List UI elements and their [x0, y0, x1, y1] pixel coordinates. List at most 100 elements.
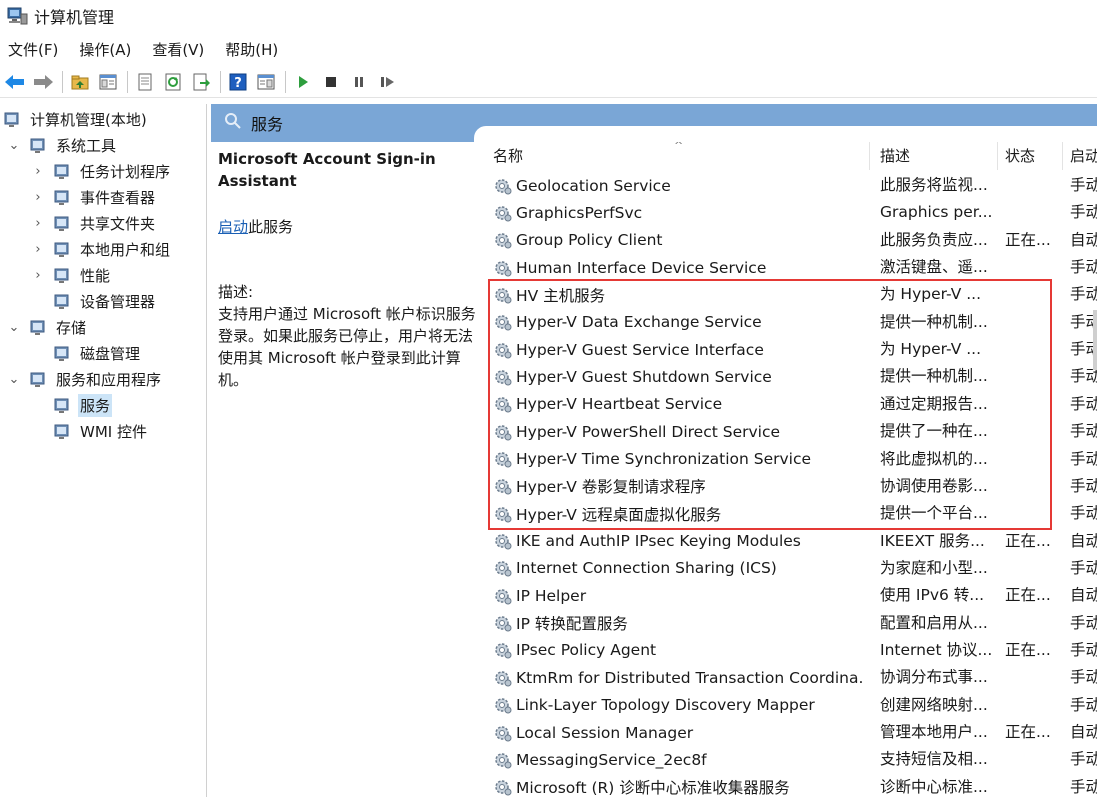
extended-description-pane: Microsoft Account Sign-in Assistant 启动此服…	[211, 142, 477, 797]
service-description: 通过定期报告...	[880, 394, 988, 413]
service-startup-type: 自动	[1070, 531, 1097, 550]
svg-text:?: ?	[234, 76, 242, 91]
chevron-down-icon[interactable]: ⌄	[6, 372, 22, 387]
start-service-link[interactable]: 启动	[218, 218, 248, 236]
service-name-cell: KtmRm for Distributed Transaction Coordi…	[493, 664, 865, 691]
service-row[interactable]: Human Interface Device Service 激活键盘、遥... 手…	[477, 254, 1097, 281]
tree-item[interactable]: 服务	[30, 392, 113, 418]
restart-service-button[interactable]	[374, 69, 400, 95]
service-startup-type: 手动	[1070, 422, 1097, 441]
service-row[interactable]: HV 主机服务 为 Hyper-V ... 手动	[477, 281, 1097, 308]
service-description: 提供了一种在...	[880, 422, 988, 441]
service-row[interactable]: MessagingService_2ec8f 支持短信及相... 手动	[477, 746, 1097, 773]
service-row[interactable]: Hyper-V Time Synchronization Service 将此虚拟…	[477, 446, 1097, 473]
service-name: HV 主机服务	[516, 286, 606, 305]
tree-item[interactable]: › 任务计划程序	[30, 158, 172, 184]
tree-item[interactable]: › 共享文件夹	[30, 210, 157, 236]
service-row[interactable]: Link-Layer Topology Discovery Mapper 创建网络…	[477, 692, 1097, 719]
export-icon	[193, 73, 210, 90]
tree-item[interactable]: ⌄ 存储	[6, 314, 88, 340]
export-list-button[interactable]	[188, 69, 214, 95]
menu-file[interactable]: 文件(F)	[8, 39, 58, 60]
services-icon	[52, 395, 72, 415]
tree-item[interactable]: 设备管理器	[30, 288, 157, 314]
selected-service-name: Microsoft Account Sign-in Assistant	[218, 150, 436, 190]
service-row[interactable]: Hyper-V Guest Shutdown Service 提供一种机制... 手…	[477, 363, 1097, 390]
service-row[interactable]: Group Policy Client 此服务负责应... 正在... 自动	[477, 227, 1097, 254]
service-row[interactable]: Hyper-V 卷影复制请求程序 协调使用卷影... 手动	[477, 473, 1097, 500]
service-row[interactable]: Hyper-V PowerShell Direct Service 提供了一种在.…	[477, 418, 1097, 445]
help-button[interactable]: ?	[225, 69, 251, 95]
local-users-icon	[52, 239, 72, 259]
back-button[interactable]	[2, 69, 28, 95]
refresh-button[interactable]	[160, 69, 186, 95]
service-startup-type: 手动	[1070, 558, 1097, 577]
service-startup-type: 自动	[1070, 723, 1097, 741]
up-folder-button[interactable]	[67, 69, 93, 95]
chevron-right-icon[interactable]: ›	[30, 216, 46, 231]
tree-item[interactable]: WMI 控件	[30, 418, 149, 444]
chevron-down-icon[interactable]: ⌄	[6, 320, 22, 335]
column-header-startup[interactable]: 启动	[1064, 142, 1097, 170]
service-row[interactable]: IP Helper 使用 IPv6 转... 正在... 自动	[477, 582, 1097, 609]
wmi-control-icon	[52, 421, 72, 441]
column-header-name[interactable]: 名称	[487, 142, 870, 170]
menu-action[interactable]: 操作(A)	[79, 39, 131, 60]
service-row[interactable]: KtmRm for Distributed Transaction Coordi…	[477, 664, 1097, 691]
service-row[interactable]: Hyper-V Data Exchange Service 提供一种机制... 手动	[477, 309, 1097, 336]
arrow-left-icon	[5, 74, 24, 89]
service-row[interactable]: IKE and AuthIP IPsec Keying Modules IKEEX…	[477, 528, 1097, 555]
service-description-text: 支持用户通过 Microsoft 帐户标识服务登录。如果此服务已停止，用户将无法…	[218, 305, 476, 389]
tree-item[interactable]: › 本地用户和组	[30, 236, 172, 262]
device-manager-icon	[52, 291, 72, 311]
service-name: IP Helper	[516, 586, 587, 605]
tree-item[interactable]: ⌄ 系统工具	[6, 132, 118, 158]
gear-icon	[493, 668, 513, 688]
service-row[interactable]: IP 转换配置服务 配置和启用从... 手动	[477, 610, 1097, 637]
service-name: Hyper-V 卷影复制请求程序	[516, 478, 706, 497]
title-bar: 计算机管理	[0, 0, 1097, 32]
service-row[interactable]: Hyper-V 远程桌面虚拟化服务 提供一个平台... 手动	[477, 500, 1097, 527]
pause-service-button[interactable]	[346, 69, 372, 95]
shared-folders-icon	[52, 213, 72, 233]
tree-item[interactable]: › 事件查看器	[30, 184, 157, 210]
task-scheduler-icon	[52, 161, 72, 181]
column-header-description[interactable]: 描述	[874, 142, 998, 170]
menu-help[interactable]: 帮助(H)	[225, 39, 278, 60]
vertical-scrollbar[interactable]	[1093, 310, 1097, 370]
menu-view[interactable]: 查看(V)	[152, 39, 204, 60]
forward-button[interactable]	[30, 69, 56, 95]
tree-item[interactable]: › 性能	[30, 262, 112, 288]
show-action-pane-button[interactable]	[253, 69, 279, 95]
chevron-right-icon[interactable]: ›	[30, 164, 46, 179]
properties-button[interactable]	[132, 69, 158, 95]
show-hide-tree-button[interactable]	[95, 69, 121, 95]
service-name: Geolocation Service	[516, 176, 671, 195]
tree-item-label: 任务计划程序	[80, 162, 171, 181]
column-header-status[interactable]: 状态	[999, 142, 1063, 170]
stop-service-button[interactable]	[318, 69, 344, 95]
chevron-right-icon[interactable]: ›	[30, 268, 46, 283]
chevron-right-icon[interactable]: ›	[30, 242, 46, 257]
tree-item[interactable]: 计算机管理(本地)	[2, 106, 149, 132]
tree-item[interactable]: 磁盘管理	[30, 340, 142, 366]
start-service-button[interactable]	[290, 69, 316, 95]
service-row[interactable]: Hyper-V Heartbeat Service 通过定期报告... 手动	[477, 391, 1097, 418]
service-row[interactable]: Local Session Manager 管理本地用户... 正在... 自动	[477, 719, 1097, 746]
service-row[interactable]: Microsoft (R) 诊断中心标准收集器服务 诊断中心标准... 手动	[477, 774, 1097, 797]
menu-bar: 文件(F) 操作(A) 查看(V) 帮助(H)	[0, 36, 299, 62]
service-name-cell: Link-Layer Topology Discovery Mapper	[493, 692, 865, 719]
service-status: 正在...	[1005, 723, 1051, 741]
chevron-right-icon[interactable]: ›	[30, 190, 46, 205]
service-name: Hyper-V Guest Shutdown Service	[516, 367, 772, 386]
service-row[interactable]: Hyper-V Guest Service Interface 为 Hyper-V…	[477, 336, 1097, 363]
service-row[interactable]: GraphicsPerfSvc Graphics per... 手动	[477, 199, 1097, 226]
service-startup-type: 手动	[1070, 476, 1097, 495]
service-row[interactable]: IPsec Policy Agent Internet 协议... 正在... 手动	[477, 637, 1097, 664]
service-row[interactable]: Geolocation Service 此服务将监视... 手动	[477, 172, 1097, 199]
service-startup-type: 手动	[1070, 449, 1097, 468]
chevron-down-icon[interactable]: ⌄	[6, 138, 22, 153]
tree-item[interactable]: ⌄ 服务和应用程序	[6, 366, 163, 392]
gear-icon	[493, 504, 513, 524]
service-row[interactable]: Internet Connection Sharing (ICS) 为家庭和小型.…	[477, 555, 1097, 582]
